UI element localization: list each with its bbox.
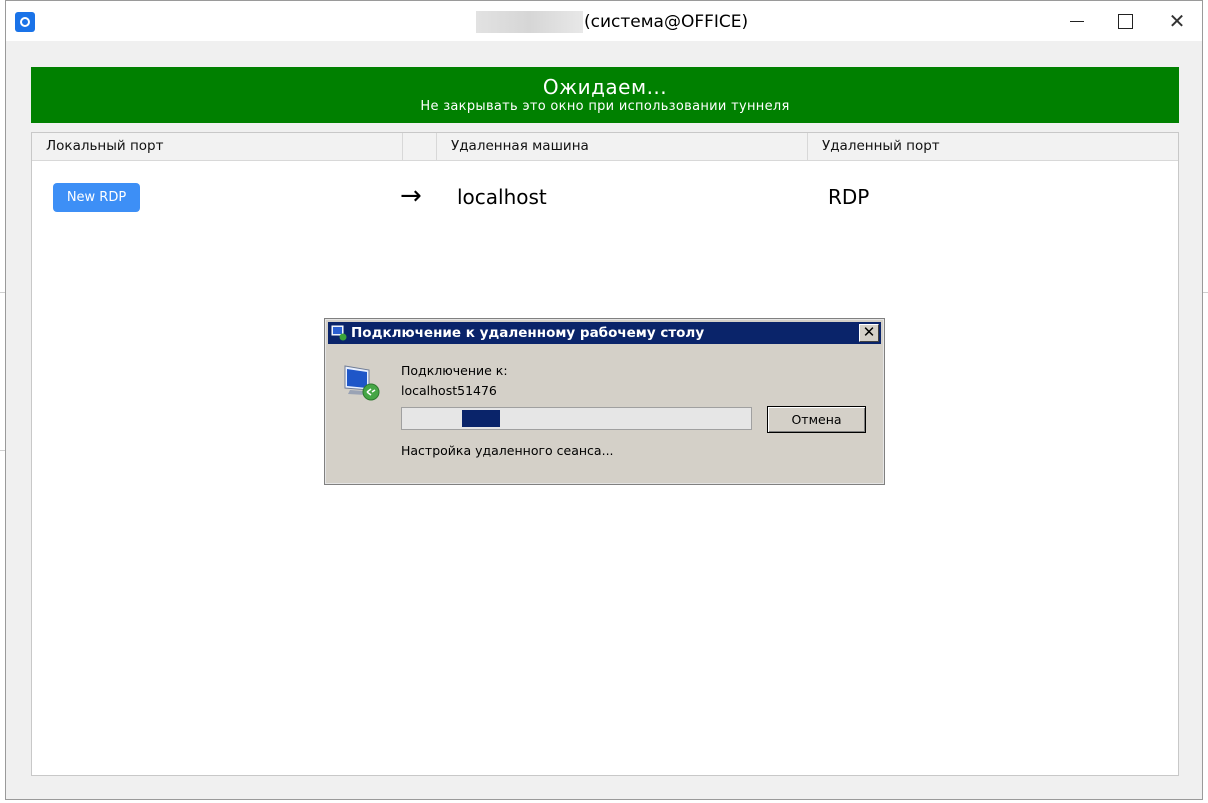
remote-desktop-monitor-icon [344, 365, 380, 401]
maximize-button[interactable] [1102, 1, 1148, 41]
dialog-title-bar: Подключение к удаленному рабочему столу … [328, 322, 881, 344]
banner-subtitle: Не закрывать это окно при использовании … [420, 99, 790, 114]
table-header: Локальный порт Удаленная машина Удаленны… [32, 133, 1178, 161]
status-banner: Ожидаем... Не закрывать это окно при исп… [31, 67, 1179, 123]
rdp-connection-dialog: Подключение к удаленному рабочему столу … [324, 318, 885, 485]
app-logo-icon [15, 12, 35, 32]
arrow-right-icon: → [400, 181, 422, 211]
column-header-local-port[interactable]: Локальный порт [32, 133, 403, 160]
column-header-remote-host[interactable]: Удаленная машина [437, 133, 808, 160]
banner-title: Ожидаем... [542, 75, 668, 99]
new-rdp-button[interactable]: New RDP [53, 183, 140, 212]
column-header-remote-port[interactable]: Удаленный порт [808, 133, 1178, 160]
dialog-status-text: Настройка удаленного сеанса... [401, 443, 614, 458]
title-bar: (система@OFFICE) ✕ [6, 1, 1202, 41]
column-header-arrow[interactable] [403, 133, 437, 160]
minimize-button[interactable] [1054, 1, 1100, 41]
dialog-title: Подключение к удаленному рабочему столу [351, 325, 705, 341]
cancel-button[interactable]: Отмена [767, 406, 866, 433]
remote-desktop-icon [331, 325, 347, 341]
connecting-to-label: Подключение к: [401, 363, 508, 378]
dialog-close-button[interactable]: ✕ [859, 324, 879, 342]
connection-progress-bar [401, 407, 752, 430]
background-divider [1203, 292, 1208, 293]
remote-host-cell: localhost [457, 185, 547, 209]
redacted-username [476, 11, 583, 33]
close-button[interactable]: ✕ [1154, 1, 1200, 41]
window-title: (система@OFFICE) [584, 12, 749, 32]
connecting-host: localhost51476 [401, 383, 497, 398]
remote-port-cell: RDP [828, 185, 870, 209]
progress-fill [462, 410, 500, 427]
